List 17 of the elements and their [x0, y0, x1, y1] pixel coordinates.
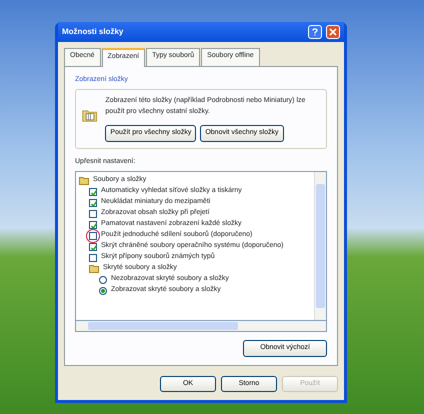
scrollbar[interactable] — [75, 321, 327, 332]
window-title: Možnosti složky — [62, 26, 124, 38]
checkbox[interactable] — [89, 242, 97, 250]
close-button[interactable] — [326, 25, 340, 39]
help-icon — [311, 28, 319, 36]
help-button[interactable] — [308, 25, 322, 39]
checkbox[interactable] — [89, 188, 97, 196]
checkbox[interactable] — [89, 210, 97, 218]
checkbox[interactable] — [89, 220, 97, 228]
folder-icon — [89, 264, 99, 273]
radio-button[interactable] — [99, 286, 107, 294]
close-icon — [329, 28, 337, 36]
folder-icon — [79, 176, 89, 185]
radio-button[interactable] — [99, 276, 107, 284]
checkbox[interactable] — [89, 254, 97, 262]
checkbox[interactable] — [89, 198, 97, 206]
checkbox[interactable] — [89, 232, 97, 240]
